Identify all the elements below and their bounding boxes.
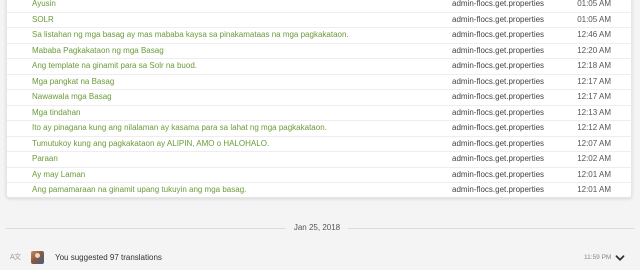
- table-row[interactable]: Mga tindahan admin-flocs.get.properties 12…: [7, 106, 633, 121]
- translation-link[interactable]: Ay may Laman: [32, 168, 85, 182]
- table-row[interactable]: Mababa Pagkakataon ng mga Basag admin-flo…: [7, 44, 633, 59]
- resource-name: admin-flocs.get.properties: [452, 61, 545, 70]
- translation-link[interactable]: Sa listahan ng mga basag ay mas mababa k…: [32, 28, 349, 42]
- timestamp: 12:02 AM: [577, 154, 611, 163]
- activity-row[interactable]: A文 You suggested 97 translations 11:59 P…: [0, 250, 640, 266]
- activity-card: Ayusin admin-flocs.get.properties 01:05 AM…: [6, 0, 633, 198]
- table-row[interactable]: Ang template na ginamit para sa Solr na …: [7, 59, 633, 75]
- timestamp: 12:46 AM: [577, 30, 611, 39]
- timestamp: 12:20 AM: [577, 45, 611, 55]
- translation-link[interactable]: Mga pangkat na Basag: [32, 75, 114, 89]
- resource-name: admin-flocs.get.properties: [452, 45, 545, 55]
- resource-name: admin-flocs.get.properties: [452, 154, 545, 163]
- resource-name: admin-flocs.get.properties: [452, 138, 545, 148]
- resource-name: admin-flocs.get.properties: [452, 123, 545, 132]
- translation-link[interactable]: Mababa Pagkakataon ng mga Basag: [32, 44, 164, 58]
- resource-name: admin-flocs.get.properties: [452, 76, 545, 86]
- date-separator: Jan 25, 2018: [293, 223, 341, 232]
- activity-summary: You suggested 97 translations: [55, 253, 162, 262]
- translation-link[interactable]: Ang template na ginamit para sa Solr na …: [32, 59, 197, 73]
- table-row[interactable]: Ang pamamaraan na ginamit upang tukuyin …: [7, 183, 633, 198]
- timestamp: 12:13 AM: [577, 107, 611, 117]
- resource-name: admin-flocs.get.properties: [452, 14, 545, 24]
- translation-link[interactable]: Mga tindahan: [32, 106, 80, 120]
- translation-link[interactable]: Paraan: [32, 152, 58, 166]
- date-divider-right: [348, 228, 634, 229]
- chevron-down-icon[interactable]: [614, 252, 626, 264]
- table-row[interactable]: Ito ay pinagana kung ang nilalaman ay ka…: [7, 121, 633, 137]
- resource-name: admin-flocs.get.properties: [452, 107, 545, 117]
- resource-name: admin-flocs.get.properties: [452, 185, 545, 194]
- timestamp: 01:05 AM: [577, 14, 611, 24]
- resource-name: admin-flocs.get.properties: [452, 92, 545, 101]
- translation-link[interactable]: Ayusin: [32, 0, 56, 11]
- timestamp: 12:07 AM: [577, 138, 611, 148]
- table-row[interactable]: Tumutukoy kung ang pagkakataon ay ALIPIN…: [7, 137, 633, 152]
- translation-list: Ayusin admin-flocs.get.properties 01:05 AM…: [7, 0, 633, 198]
- resource-name: admin-flocs.get.properties: [452, 0, 545, 8]
- activity-time: 11:59 PM: [584, 254, 612, 261]
- table-row[interactable]: Sa listahan ng mga basag ay mas mababa k…: [7, 28, 633, 44]
- timestamp: 12:12 AM: [577, 123, 611, 132]
- timestamp: 12:17 AM: [577, 76, 611, 86]
- table-row[interactable]: Nawawala mga Basag admin-flocs.get.proper…: [7, 90, 633, 106]
- timestamp: 01:05 AM: [577, 0, 611, 8]
- avatar: [31, 251, 44, 264]
- table-row[interactable]: Ay may Laman admin-flocs.get.properties 12…: [7, 168, 633, 183]
- translate-icon: A文: [10, 254, 21, 261]
- translation-link[interactable]: SOLR: [32, 13, 54, 27]
- translation-link[interactable]: Tumutukoy kung ang pagkakataon ay ALIPIN…: [32, 137, 269, 151]
- table-row[interactable]: Mga pangkat na Basag admin-flocs.get.prop…: [7, 75, 633, 90]
- resource-name: admin-flocs.get.properties: [452, 30, 545, 39]
- resource-name: admin-flocs.get.properties: [452, 169, 545, 179]
- table-row[interactable]: Paraan admin-flocs.get.properties 12:02 AM: [7, 152, 633, 168]
- table-row[interactable]: SOLR admin-flocs.get.properties 01:05 AM: [7, 13, 633, 28]
- timestamp: 12:18 AM: [577, 61, 611, 70]
- translation-link[interactable]: Nawawala mga Basag: [32, 90, 112, 104]
- date-divider-left: [6, 228, 286, 229]
- translation-link[interactable]: Ang pamamaraan na ginamit upang tukuyin …: [32, 183, 246, 197]
- table-row[interactable]: Ayusin admin-flocs.get.properties 01:05 AM: [7, 0, 633, 13]
- timestamp: 12:01 AM: [577, 185, 611, 194]
- timestamp: 12:17 AM: [577, 92, 611, 101]
- translation-link[interactable]: Ito ay pinagana kung ang nilalaman ay ka…: [32, 121, 327, 135]
- timestamp: 12:01 AM: [577, 169, 611, 179]
